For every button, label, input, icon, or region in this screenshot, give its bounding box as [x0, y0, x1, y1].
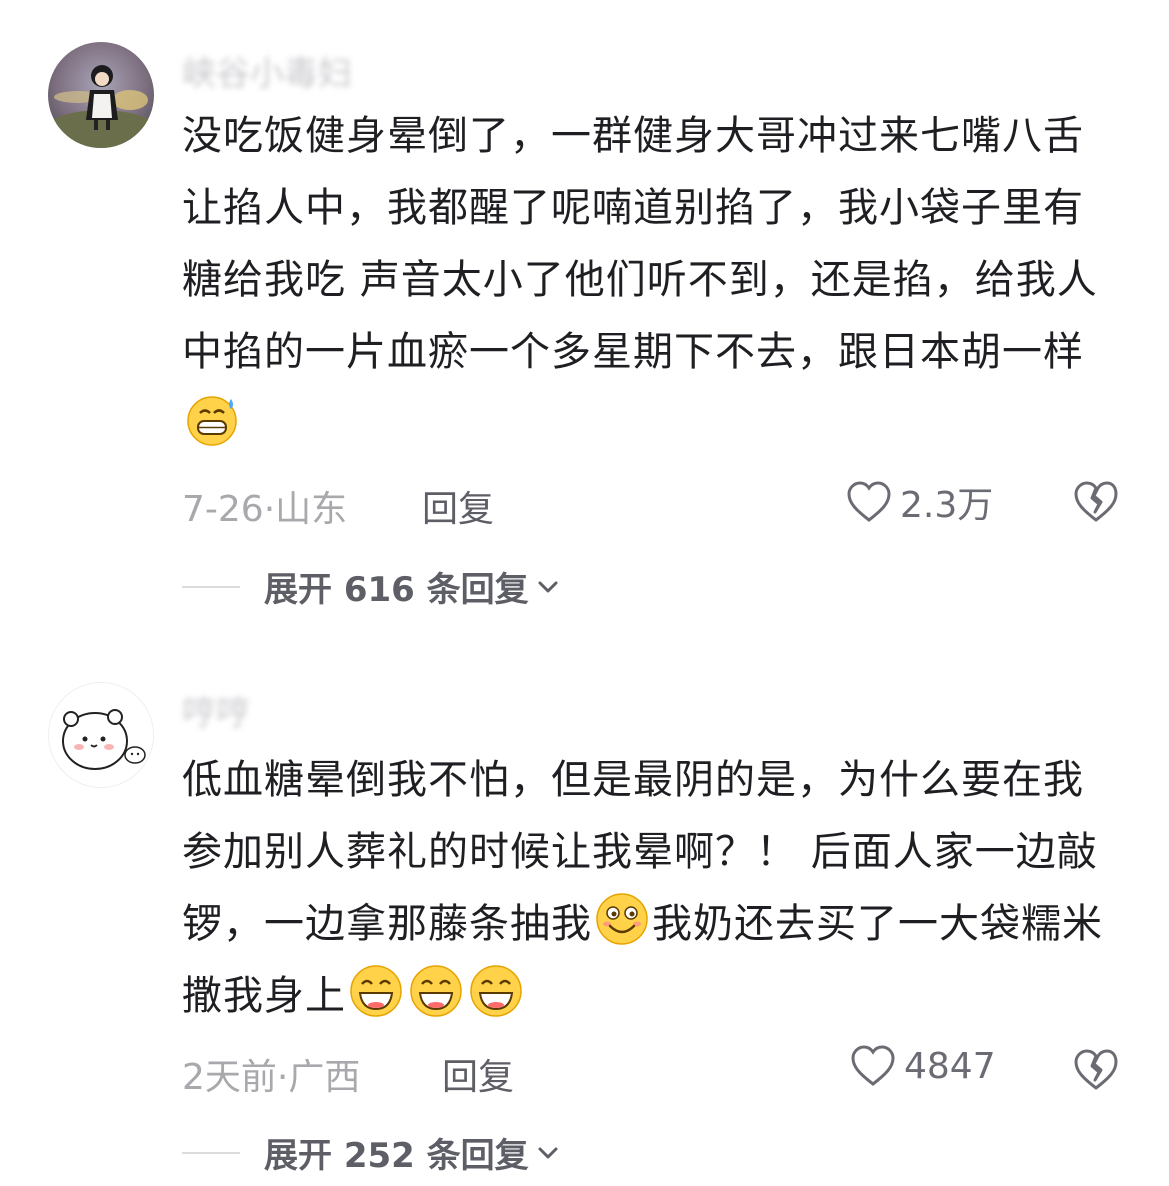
- broken-heart-icon: [1074, 481, 1118, 522]
- expand-replies[interactable]: 展开 252 条回复: [182, 1128, 561, 1177]
- expand-replies-label: 展开 616 条回复: [264, 570, 529, 610]
- avatar-image: [49, 683, 153, 787]
- comment-meta: 7-26·山东: [182, 480, 347, 532]
- reply-button[interactable]: 回复: [422, 480, 494, 532]
- comment-date: 2天前: [182, 1057, 277, 1098]
- comment-location: 广西: [288, 1057, 361, 1098]
- username[interactable]: 峡谷小毒妇: [182, 46, 352, 95]
- expand-replies[interactable]: 展开 616 条回复: [182, 562, 561, 611]
- grin-emoji: [348, 963, 404, 1019]
- comment-item: 峡谷小毒妇 没吃饭健身晕倒了，一群健身大哥冲过来七嘴八舌让掐人中，我都醒了呢喃道…: [0, 0, 1169, 640]
- heart-icon: [847, 481, 891, 522]
- heart-icon: [851, 1045, 895, 1086]
- like-count: 2.3万: [900, 485, 994, 526]
- avatar[interactable]: [48, 42, 154, 148]
- dislike-button[interactable]: [1072, 1046, 1120, 1094]
- meta-separator: ·: [263, 489, 276, 530]
- comment-text: 没吃饭健身晕倒了，一群健身大哥冲过来七嘴八舌让掐人中，我都醒了呢喃道别掐了，我小…: [182, 100, 1122, 460]
- like-count: 4847: [904, 1045, 996, 1087]
- grin-emoji: [468, 963, 524, 1019]
- divider-line: [182, 1151, 240, 1154]
- avatar-image: [48, 42, 154, 148]
- comment-text: 低血糖晕倒我不怕，但是最阴的是，为什么要在我参加别人葬礼的时候让我晕啊？！ 后面…: [182, 744, 1122, 1032]
- comment-text-body: 没吃饭健身晕倒了，一群健身大哥冲过来七嘴八舌让掐人中，我都醒了呢喃道别掐了，我小…: [182, 113, 1098, 375]
- grin-emoji: [408, 963, 464, 1019]
- comment-date: 7-26: [182, 489, 264, 530]
- comment-item: 哼哼 低血糖晕倒我不怕，但是最阴的是，为什么要在我参加别人葬礼的时候让我晕啊？！…: [0, 640, 1169, 1186]
- expand-replies-label: 展开 252 条回复: [264, 1136, 529, 1176]
- broken-heart-icon: [1074, 1049, 1118, 1090]
- grinning-sweat-emoji: [184, 391, 240, 447]
- meta-separator: ·: [276, 1057, 289, 1098]
- dislike-button[interactable]: [1072, 478, 1120, 526]
- avatar[interactable]: [48, 682, 154, 788]
- username[interactable]: 哼哼: [182, 686, 250, 735]
- comment-meta: 2天前·广西: [182, 1048, 360, 1100]
- divider-line: [182, 585, 240, 588]
- comment-location: 山东: [275, 489, 348, 530]
- like-button[interactable]: 4847: [850, 1044, 996, 1088]
- chevron-down-icon: [538, 1147, 558, 1158]
- like-button[interactable]: 2.3万: [846, 476, 993, 528]
- reply-button[interactable]: 回复: [442, 1048, 514, 1100]
- chevron-down-icon: [538, 581, 558, 592]
- smirk-emoji: [594, 891, 650, 947]
